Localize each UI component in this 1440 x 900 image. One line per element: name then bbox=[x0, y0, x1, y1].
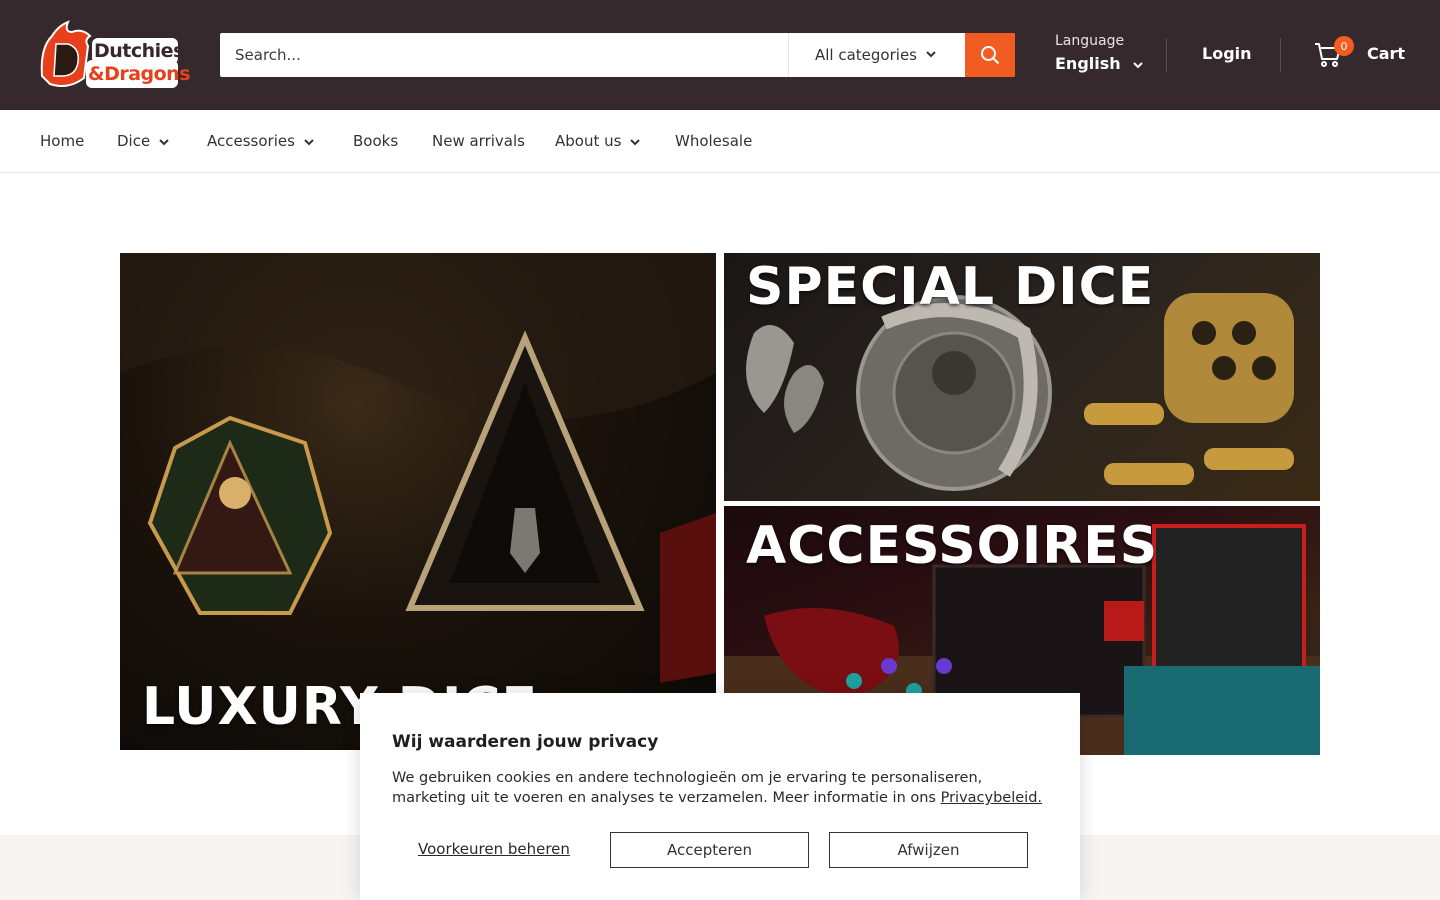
category-select-value: All categories bbox=[815, 46, 917, 64]
nav-item-label: Books bbox=[353, 132, 399, 150]
main-navigation: Home Dice Accessories Books New arrivals… bbox=[0, 110, 1440, 173]
cookie-body-text: We gebruiken cookies en andere technolog… bbox=[392, 770, 983, 806]
reject-button[interactable]: Afwijzen bbox=[829, 832, 1028, 868]
banner-luxury-dice[interactable]: LUXURY DICE bbox=[120, 253, 716, 750]
search-bar: All categories bbox=[220, 33, 1015, 77]
chevron-down-icon bbox=[1133, 61, 1143, 68]
header-divider bbox=[1280, 38, 1281, 72]
luxury-dice-image bbox=[120, 253, 716, 683]
cart-label: Cart bbox=[1367, 44, 1406, 63]
banner-special-dice[interactable]: SPECIAL DICE bbox=[724, 253, 1320, 501]
nav-item-label: Home bbox=[40, 132, 85, 150]
nav-item-dice[interactable]: Dice bbox=[117, 132, 170, 150]
logo-text-bottom: &Dragons bbox=[88, 63, 191, 85]
cookie-text: We gebruiken cookies en andere technolog… bbox=[392, 768, 1058, 808]
top-header: Dutchies &Dragons All categories Languag… bbox=[0, 0, 1440, 110]
nav-item-home[interactable]: Home bbox=[40, 132, 84, 150]
search-button[interactable] bbox=[965, 33, 1015, 77]
language-value: English bbox=[1055, 54, 1121, 73]
language-caption: Language bbox=[1055, 33, 1125, 49]
nav-item-accessories[interactable]: Accessories bbox=[207, 132, 315, 150]
nav-item-label: Wholesale bbox=[675, 132, 753, 150]
cart-count-badge: 0 bbox=[1334, 36, 1354, 56]
search-input[interactable] bbox=[220, 33, 788, 77]
nav-item-label: Accessories bbox=[207, 132, 295, 150]
accept-button[interactable]: Accepteren bbox=[610, 832, 809, 868]
nav-item-books[interactable]: Books bbox=[353, 132, 398, 150]
login-link[interactable]: Login bbox=[1202, 44, 1252, 63]
cookie-consent-dialog: Wij waarderen jouw privacy We gebruiken … bbox=[360, 693, 1080, 900]
language-selector[interactable]: Language English bbox=[1055, 33, 1144, 73]
category-select[interactable]: All categories bbox=[788, 33, 965, 77]
manage-preferences-link[interactable]: Voorkeuren beheren bbox=[418, 840, 570, 858]
nav-item-new-arrivals[interactable]: New arrivals bbox=[432, 132, 525, 150]
nav-item-label: Dice bbox=[117, 132, 151, 150]
banner-accessoires-title: ACCESSOIRES bbox=[746, 516, 1159, 576]
site-logo[interactable]: Dutchies &Dragons bbox=[38, 18, 191, 92]
nav-item-about-us[interactable]: About us bbox=[555, 132, 641, 150]
chevron-down-icon bbox=[926, 51, 936, 58]
header-divider bbox=[1166, 38, 1167, 72]
chevron-down-icon bbox=[304, 138, 314, 145]
privacy-policy-link[interactable]: Privacybeleid. bbox=[941, 790, 1042, 806]
cart-button[interactable]: 0 Cart bbox=[1314, 36, 1406, 72]
banner-special-title: SPECIAL DICE bbox=[746, 257, 1155, 317]
search-icon bbox=[981, 46, 1000, 65]
chevron-down-icon bbox=[159, 138, 169, 145]
nav-item-label: About us bbox=[555, 132, 622, 150]
logo-text-top: Dutchies bbox=[94, 40, 184, 62]
nav-item-wholesale[interactable]: Wholesale bbox=[675, 132, 752, 150]
cookie-title: Wij waarderen jouw privacy bbox=[392, 732, 659, 752]
nav-item-label: New arrivals bbox=[432, 132, 525, 150]
chevron-down-icon bbox=[630, 138, 641, 145]
